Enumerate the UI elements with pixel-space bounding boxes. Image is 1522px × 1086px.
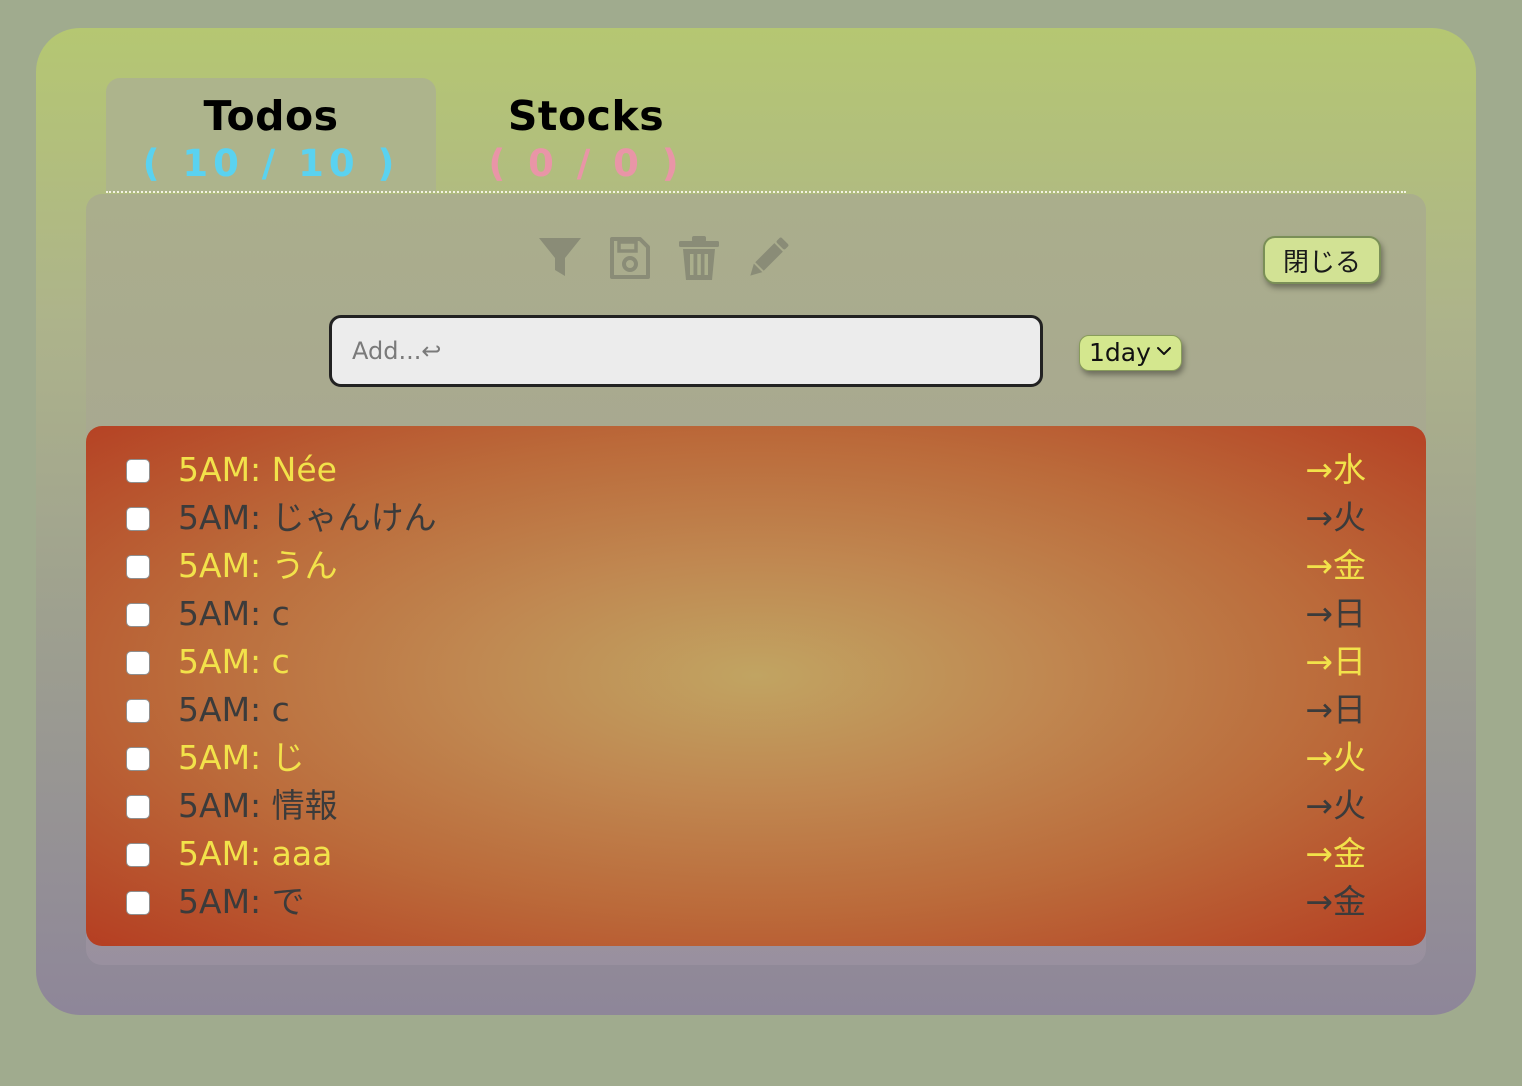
repeat-interval-select[interactable]: 1day bbox=[1079, 335, 1182, 371]
todo-checkbox[interactable] bbox=[126, 699, 150, 723]
todo-item: 5AM: じ →火 bbox=[86, 734, 1426, 782]
todo-text: 5AM: Née bbox=[178, 450, 337, 489]
todo-checkbox[interactable] bbox=[126, 891, 150, 915]
todo-day: →日 bbox=[1305, 594, 1366, 633]
todo-text: 5AM: 情報 bbox=[178, 786, 338, 825]
todo-panel: 閉じる 1day 5AM: Née →水 5AM: じゃんけん →火 5AM: … bbox=[86, 194, 1426, 965]
todo-item: 5AM: aaa →金 bbox=[86, 830, 1426, 878]
tab-todos-count: ( 10 / 10 ) bbox=[142, 142, 400, 185]
todo-day: →火 bbox=[1305, 786, 1366, 825]
todo-checkbox[interactable] bbox=[126, 795, 150, 819]
todo-item: 5AM: c →日 bbox=[86, 590, 1426, 638]
todo-item: 5AM: c →日 bbox=[86, 686, 1426, 734]
chevron-down-icon bbox=[1157, 347, 1171, 355]
todo-day: →金 bbox=[1305, 834, 1366, 873]
repeat-interval-value: 1day bbox=[1089, 338, 1151, 367]
todo-day: →火 bbox=[1305, 498, 1366, 537]
todo-item: 5AM: c →日 bbox=[86, 638, 1426, 686]
todo-checkbox[interactable] bbox=[126, 843, 150, 867]
todo-text: 5AM: c bbox=[178, 690, 290, 729]
todo-item: 5AM: じゃんけん →火 bbox=[86, 494, 1426, 542]
todo-checkbox[interactable] bbox=[126, 747, 150, 771]
close-button[interactable]: 閉じる bbox=[1263, 236, 1381, 284]
todo-day: →日 bbox=[1305, 642, 1366, 681]
trash-icon[interactable] bbox=[675, 234, 723, 282]
tab-todos[interactable]: Todos ( 10 / 10 ) bbox=[106, 78, 436, 192]
todo-text: 5AM: c bbox=[178, 594, 290, 633]
pencil-icon[interactable] bbox=[744, 234, 792, 282]
todo-text: 5AM: じ bbox=[178, 738, 305, 777]
todo-app-card: Todos ( 10 / 10 ) Stocks ( 0 / 0 ) 閉じる A… bbox=[36, 28, 1476, 1015]
todo-checkbox[interactable] bbox=[126, 555, 150, 579]
tab-stocks-count: ( 0 / 0 ) bbox=[488, 142, 684, 185]
tab-stocks-title: Stocks bbox=[507, 92, 665, 140]
tab-stocks[interactable]: Stocks ( 0 / 0 ) bbox=[421, 78, 751, 192]
save-icon[interactable] bbox=[606, 234, 654, 282]
todo-checkbox[interactable] bbox=[126, 603, 150, 627]
todo-day: →金 bbox=[1305, 546, 1366, 585]
todo-text: 5AM: c bbox=[178, 642, 290, 681]
todo-item: 5AM: で →金 bbox=[86, 878, 1426, 926]
tab-todos-title: Todos bbox=[203, 92, 339, 140]
todo-day: →水 bbox=[1305, 450, 1366, 489]
todo-item: 5AM: 情報 →火 bbox=[86, 782, 1426, 830]
todo-text: 5AM: で bbox=[178, 882, 305, 921]
tab-divider bbox=[106, 191, 1406, 193]
todo-day: →金 bbox=[1305, 882, 1366, 921]
todo-checkbox[interactable] bbox=[126, 459, 150, 483]
todo-checkbox[interactable] bbox=[126, 507, 150, 531]
todo-list: 5AM: Née →水 5AM: じゃんけん →火 5AM: うん →金 5AM… bbox=[86, 426, 1426, 946]
filter-icon[interactable] bbox=[536, 234, 584, 282]
todo-text: 5AM: aaa bbox=[178, 834, 333, 873]
todo-item: 5AM: Née →水 bbox=[86, 446, 1426, 494]
todo-text: 5AM: うん bbox=[178, 546, 338, 585]
add-todo-input[interactable] bbox=[329, 315, 1043, 387]
todo-day: →日 bbox=[1305, 690, 1366, 729]
todo-text: 5AM: じゃんけん bbox=[178, 498, 437, 537]
todo-item: 5AM: うん →金 bbox=[86, 542, 1426, 590]
todo-day: →火 bbox=[1305, 738, 1366, 777]
todo-checkbox[interactable] bbox=[126, 651, 150, 675]
